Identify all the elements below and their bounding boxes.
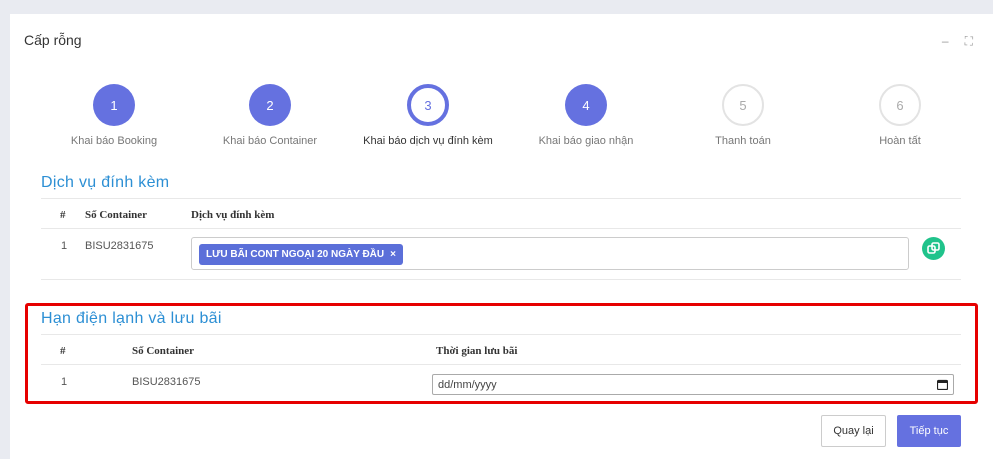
storage-header-container: Số Container [132, 345, 195, 357]
divider [41, 228, 961, 229]
divider [41, 198, 961, 199]
step-5[interactable]: 5 Thanh toán [668, 84, 818, 147]
step-1-circle: 1 [93, 84, 135, 126]
services-header-index: # [60, 209, 66, 221]
step-1-label: Khai báo Booking [70, 135, 158, 147]
minimize-icon[interactable]: – [942, 34, 949, 49]
step-2-label: Khai báo Container [222, 135, 318, 147]
panel-title: Cấp rỗng [24, 32, 82, 48]
service-select-input[interactable]: LƯU BÃI CONT NGOẠI 20 NGÀY ĐẦU × [191, 237, 909, 270]
next-button[interactable]: Tiếp tục [897, 415, 961, 447]
step-2[interactable]: 2 Khai báo Container [195, 84, 345, 147]
storage-row-container: BISU2831675 [132, 376, 201, 388]
step-3-circle: 3 [407, 84, 449, 126]
step-1[interactable]: 1 Khai báo Booking [39, 84, 189, 147]
date-placeholder: dd/mm/yyyy [438, 378, 497, 391]
divider [41, 334, 961, 335]
step-3-label: Khai báo dịch vụ đính kèm [363, 135, 493, 147]
step-5-circle: 5 [722, 84, 764, 126]
back-button[interactable]: Quay lại [821, 415, 886, 447]
storage-section-title: Hạn điện lạnh và lưu bãi [41, 310, 222, 327]
copy-icon[interactable] [922, 237, 945, 260]
step-2-circle: 2 [249, 84, 291, 126]
storage-date-input[interactable]: dd/mm/yyyy [432, 374, 954, 395]
step-6-circle: 6 [879, 84, 921, 126]
service-tag: LƯU BÃI CONT NGOẠI 20 NGÀY ĐẦU × [199, 244, 403, 265]
storage-header-time: Thời gian lưu bãi [436, 345, 518, 357]
divider [41, 364, 961, 365]
services-header-container: Số Container [85, 209, 148, 221]
services-header-service: Dịch vụ đính kèm [191, 209, 275, 221]
step-3[interactable]: 3 Khai báo dịch vụ đính kèm [353, 84, 503, 147]
divider [41, 279, 961, 280]
services-row-index: 1 [61, 240, 68, 252]
calendar-icon[interactable] [937, 379, 948, 390]
step-4-label: Khai báo giao nhận [538, 135, 634, 147]
window-controls: – ⛶ [942, 34, 973, 49]
storage-row-index: 1 [61, 376, 68, 388]
maximize-icon[interactable]: ⛶ [965, 34, 973, 49]
step-4[interactable]: 4 Khai báo giao nhận [511, 84, 661, 147]
services-row-container: BISU2831675 [85, 240, 154, 252]
service-tag-label: LƯU BÃI CONT NGOẠI 20 NGÀY ĐẦU [206, 249, 385, 260]
step-4-circle: 4 [565, 84, 607, 126]
tag-remove-icon[interactable]: × [390, 249, 396, 260]
step-6-label: Hoàn tất [879, 135, 921, 147]
step-6[interactable]: 6 Hoàn tất [825, 84, 975, 147]
storage-header-index: # [60, 345, 66, 357]
step-5-label: Thanh toán [715, 135, 771, 147]
services-section-title: Dịch vụ đính kèm [41, 174, 170, 191]
